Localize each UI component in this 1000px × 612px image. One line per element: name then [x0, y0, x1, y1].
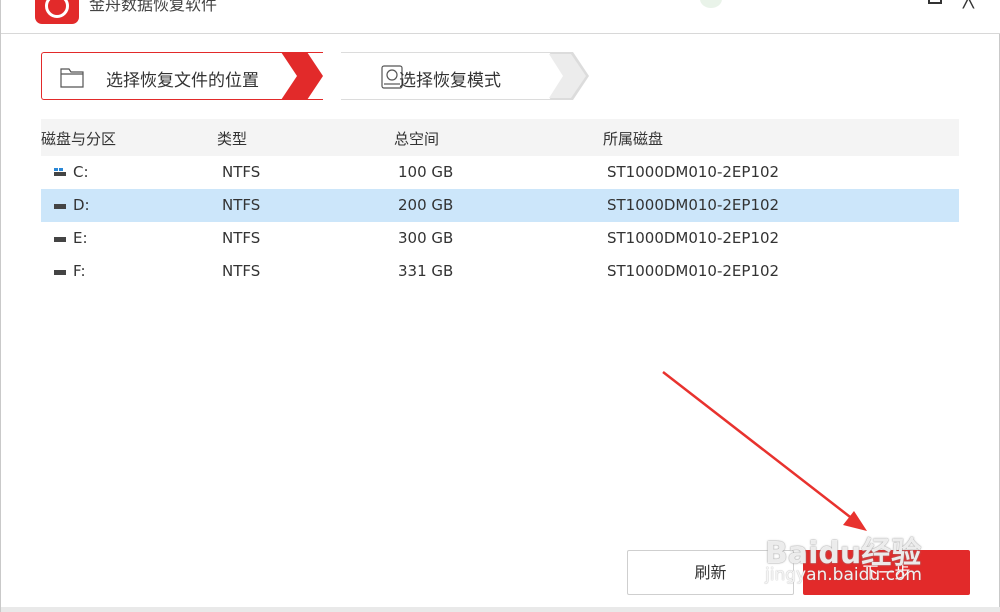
cell-type: NTFS	[222, 262, 261, 280]
cell-type: NTFS	[222, 163, 261, 181]
refresh-button[interactable]: 刷新	[627, 550, 794, 595]
cell-partition: E:	[73, 229, 88, 247]
step-select-mode-label: 选择恢复模式	[399, 71, 501, 91]
title-bar: 金舟数据恢复软件 ╳	[1, 0, 1000, 34]
table-row[interactable]: E: NTFS 300 GB ST1000DM010-2EP102	[41, 222, 959, 255]
drive-icon	[54, 204, 66, 209]
cell-size: 200 GB	[398, 196, 454, 214]
step-arrow-active	[281, 52, 323, 100]
folder-icon	[60, 68, 84, 88]
cell-partition: D:	[73, 196, 90, 214]
column-partition: 磁盘与分区	[41, 130, 117, 148]
cell-partition: C:	[73, 163, 89, 181]
system-drive-icon	[54, 168, 66, 176]
status-indicator-icon	[700, 0, 722, 8]
cell-type: NTFS	[222, 229, 261, 247]
next-button[interactable]: 下一步	[803, 550, 970, 595]
drive-icon	[54, 270, 66, 275]
table-header: 磁盘与分区 类型 总空间 所属磁盘	[41, 119, 959, 156]
column-type: 类型	[217, 130, 248, 148]
step-select-mode[interactable]: 选择恢复模式	[341, 52, 573, 100]
cell-partition: F:	[73, 262, 86, 280]
cell-disk: ST1000DM010-2EP102	[607, 262, 780, 280]
table-row[interactable]: D: NTFS 200 GB ST1000DM010-2EP102	[41, 189, 959, 222]
cell-size: 300 GB	[398, 229, 454, 247]
cell-disk: ST1000DM010-2EP102	[607, 163, 780, 181]
app-logo-icon	[35, 0, 79, 24]
drive-icon	[54, 237, 66, 242]
app-window: 金舟数据恢复软件 ╳ 选择恢复文件的位置 选择恢复模式	[0, 0, 1000, 612]
restore-window-button[interactable]	[928, 0, 942, 4]
step-select-location-label: 选择恢复文件的位置	[106, 71, 259, 91]
app-title: 金舟数据恢复软件	[89, 0, 218, 14]
step-arrow-inactive	[549, 52, 589, 100]
window-bottom-edge	[1, 607, 1000, 612]
cell-disk: ST1000DM010-2EP102	[607, 229, 780, 247]
cell-disk: ST1000DM010-2EP102	[607, 196, 780, 214]
wizard-steps: 选择恢复文件的位置 选择恢复模式	[41, 52, 601, 100]
cell-type: NTFS	[222, 196, 261, 214]
partition-table: 磁盘与分区 类型 总空间 所属磁盘 C: NTFS 100 GB ST1000D…	[41, 119, 959, 288]
close-window-button[interactable]: ╳	[963, 0, 974, 9]
table-row[interactable]: F: NTFS 331 GB ST1000DM010-2EP102	[41, 255, 959, 288]
column-size: 总空间	[394, 130, 440, 148]
table-row[interactable]: C: NTFS 100 GB ST1000DM010-2EP102	[41, 156, 959, 189]
column-disk: 所属磁盘	[603, 130, 664, 148]
cell-size: 331 GB	[398, 262, 454, 280]
cell-size: 100 GB	[398, 163, 454, 181]
